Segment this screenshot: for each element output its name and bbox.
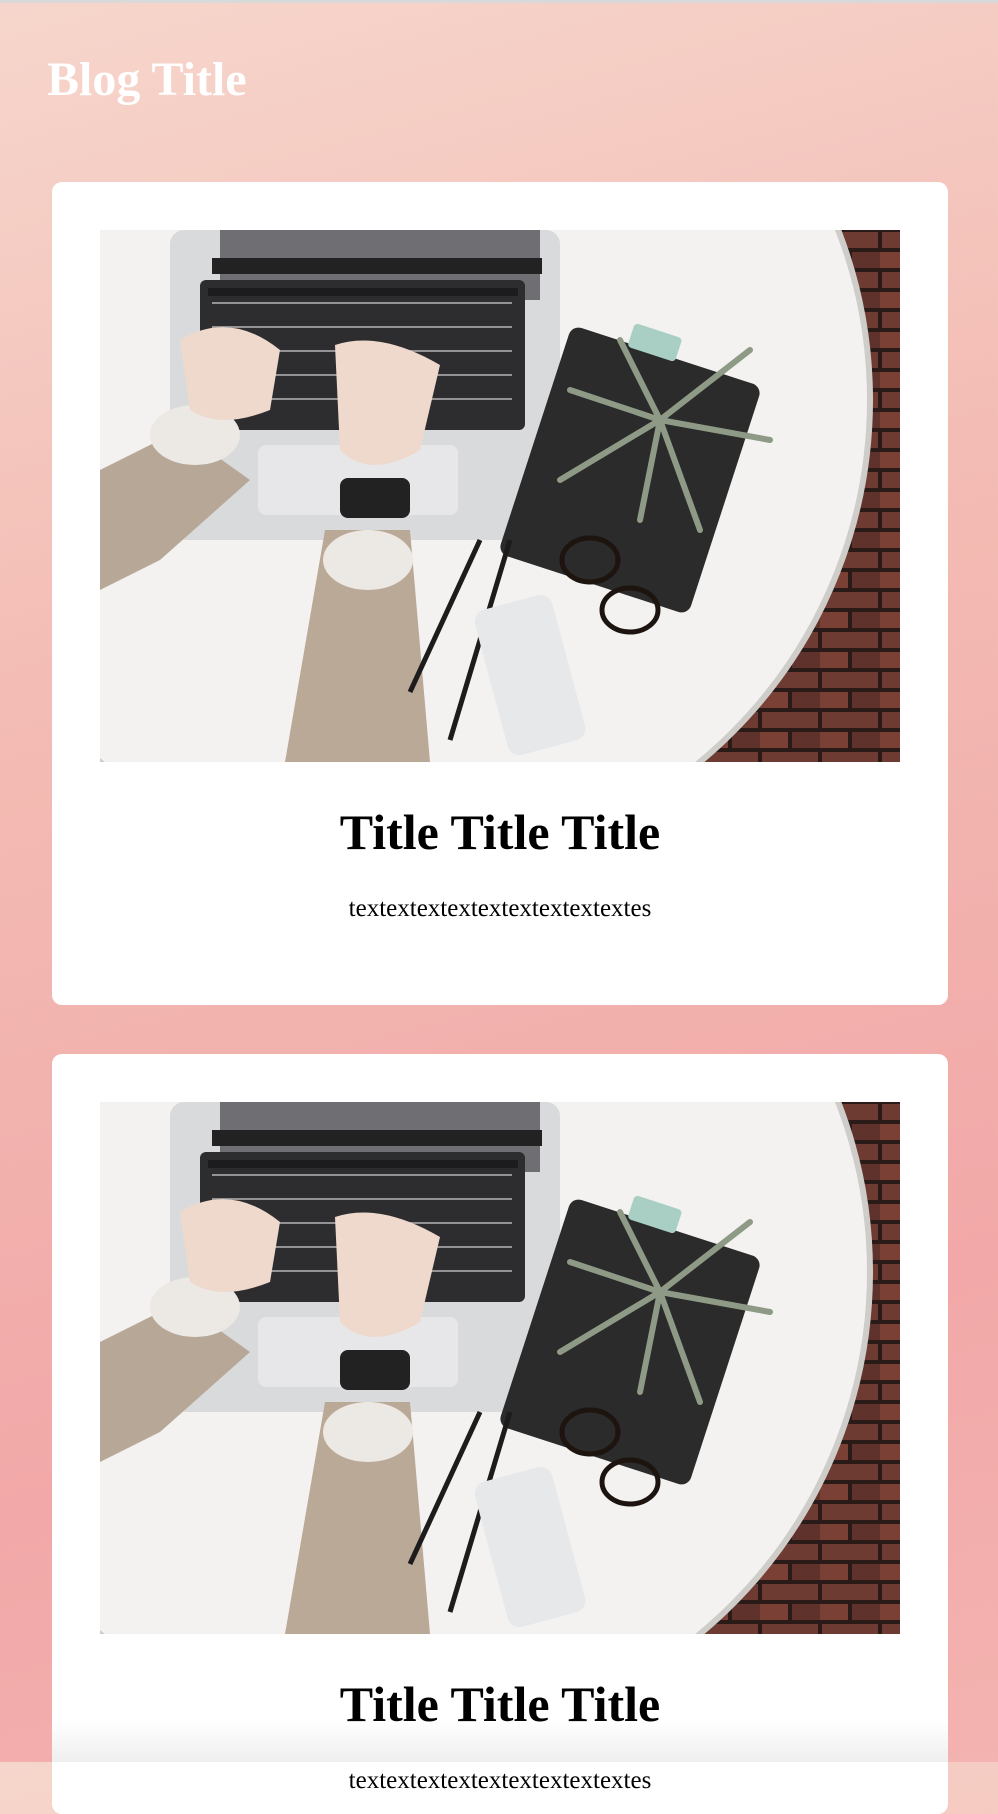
- bottom-fade: [52, 1720, 948, 1762]
- post-card: Title Title Title textextextextextextext…: [52, 182, 948, 1005]
- post-image: [100, 1102, 900, 1634]
- post-excerpt: textextextextextextextextextes: [348, 895, 652, 922]
- post-card: Title Title Title textextextextextextext…: [52, 1054, 948, 1814]
- post-excerpt: textextextextextextextextextes: [348, 1767, 652, 1794]
- post-title[interactable]: Title Title Title: [52, 802, 948, 862]
- blog-title: Blog Title: [47, 53, 247, 106]
- post-image: [100, 230, 900, 762]
- browser-top-border: [0, 0, 998, 3]
